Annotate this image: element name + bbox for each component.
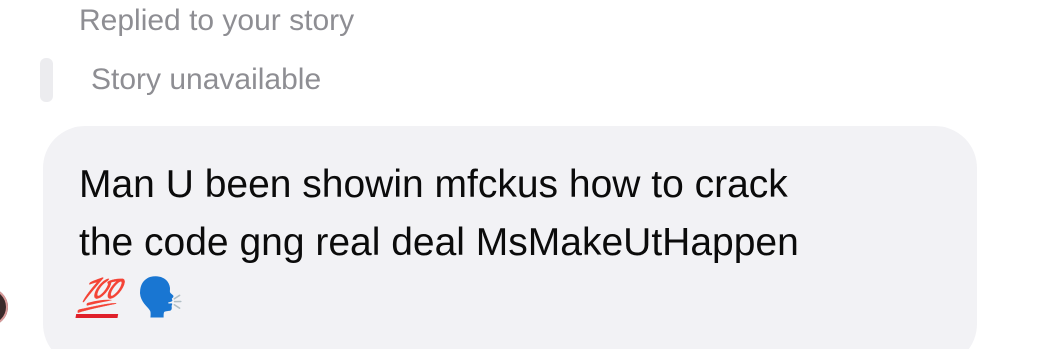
dm-thread: Replied to your story Story unavailable … <box>0 0 1047 349</box>
message-bubble[interactable]: Man U been showin mfckus how to crack th… <box>43 126 977 349</box>
speaking-head-icon: 🗣️ <box>136 277 185 319</box>
story-unavailable-label: Story unavailable <box>91 63 322 96</box>
story-quote-bar <box>40 58 53 102</box>
story-reply-header: Replied to your story <box>79 4 355 37</box>
message-text: Man U been showin mfckus how to crack th… <box>79 163 799 264</box>
message-emoji-row: 💯 🗣️ <box>75 276 941 320</box>
hundred-points-icon: 💯 <box>75 276 125 318</box>
sender-avatar[interactable] <box>0 288 8 326</box>
story-reference[interactable]: Story unavailable <box>40 58 321 102</box>
